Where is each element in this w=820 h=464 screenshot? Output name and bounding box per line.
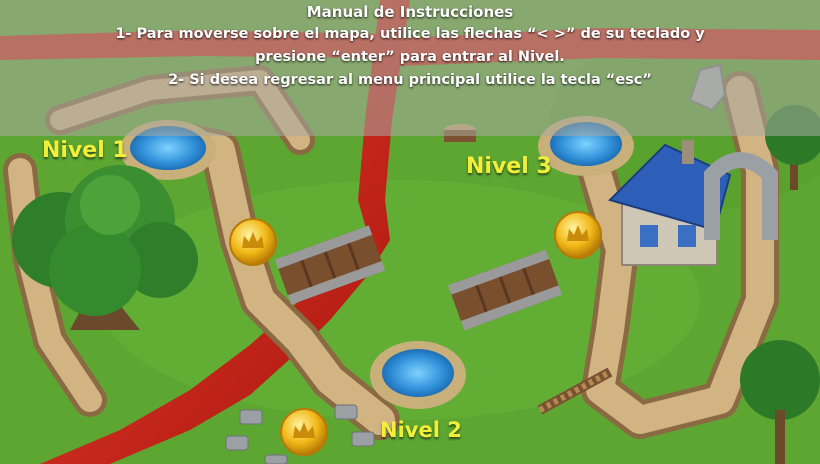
instructions-panel: Manual de Instrucciones 1- Para moverse … [0, 0, 820, 136]
game-map-screen: Manual de Instrucciones 1- Para moverse … [0, 0, 820, 464]
level-3-label[interactable]: Nivel 3 [466, 154, 552, 179]
coin-crown-icon [554, 211, 602, 259]
coin-crown-icon [280, 408, 328, 456]
pond-level-2[interactable] [370, 341, 466, 409]
instruction-line-1: 1- Para moverse sobre el mapa, utilice l… [115, 26, 705, 42]
instruction-line-2: presione “enter” para entrar al Nivel. [255, 49, 565, 65]
level-1-label[interactable]: Nivel 1 [42, 138, 128, 163]
level-2-label[interactable]: Nivel 2 [380, 418, 462, 442]
instructions-title: Manual de Instrucciones [306, 3, 514, 21]
instruction-line-3: 2- Si desea regresar al menu principal u… [168, 72, 652, 88]
coin-crown-icon [229, 218, 277, 266]
